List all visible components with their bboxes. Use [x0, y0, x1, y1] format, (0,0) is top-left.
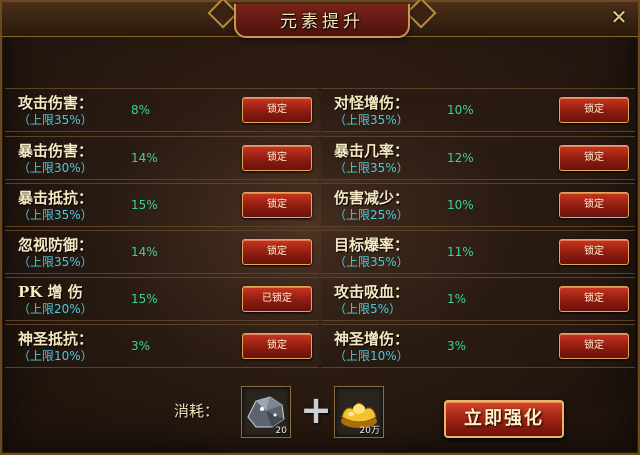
lock-button[interactable]: 锁定	[559, 239, 629, 265]
stat-row-ignore-defense: 忽视防御： （上限35%） 14% 锁定	[5, 230, 319, 274]
stat-name: 对怪增伤：	[334, 94, 410, 112]
title-ornament-right-icon	[405, 0, 437, 29]
lock-button[interactable]: 锁定	[242, 97, 312, 123]
stat-name: 伤害减少：	[334, 189, 410, 207]
stat-limit: （上限35%）	[334, 161, 409, 175]
stat-row-monster-damage: 对怪增伤： （上限35%） 10% 锁定	[321, 88, 635, 132]
stat-limit: （上限35%）	[18, 255, 93, 269]
stat-value: 14%	[131, 151, 158, 165]
stat-value: 14%	[131, 245, 158, 259]
stat-name: 目标爆率：	[334, 236, 410, 254]
cost-label: 消耗：	[174, 402, 220, 420]
window-title: 元素提升	[280, 12, 364, 32]
stat-name: PK 增 伤	[18, 283, 83, 301]
stat-limit: （上限35%）	[334, 113, 409, 127]
stat-limit: （上限5%）	[334, 302, 402, 316]
stat-value: 15%	[131, 292, 158, 306]
title-bar[interactable]: 元素提升 ✕	[2, 0, 638, 38]
material-slot-gold[interactable]: 20万	[334, 386, 384, 438]
stat-value: 10%	[447, 198, 474, 212]
stat-value: 1%	[447, 292, 467, 306]
lock-button[interactable]: 锁定	[559, 145, 629, 171]
stat-row-pk-damage: PK 增 伤 （上限20%） 15% 已锁定	[5, 277, 319, 321]
lock-button[interactable]: 锁定	[242, 333, 312, 359]
lock-button[interactable]: 锁定	[242, 239, 312, 265]
locked-button[interactable]: 已锁定	[242, 286, 312, 312]
stat-row-crit-rate: 暴击几率： （上限35%） 12% 锁定	[321, 136, 635, 180]
stat-limit: （上限35%）	[18, 113, 93, 127]
stat-value: 8%	[131, 103, 151, 117]
stat-row-holy-resist: 神圣抵抗： （上限10%） 3% 锁定	[5, 324, 319, 368]
item-quantity: 20	[275, 426, 287, 436]
stat-value: 3%	[131, 339, 151, 353]
stat-row-life-steal: 攻击吸血： （上限5%） 1% 锁定	[321, 277, 635, 321]
stat-name: 神圣抵抗：	[18, 330, 94, 348]
lock-button[interactable]: 锁定	[559, 97, 629, 123]
stat-name: 暴击伤害：	[18, 142, 94, 160]
lock-button[interactable]: 锁定	[242, 145, 312, 171]
stat-value: 11%	[447, 245, 474, 259]
stat-row-crit-resist: 暴击抵抗： （上限35%） 15% 锁定	[5, 183, 319, 227]
stat-limit: （上限10%）	[334, 349, 409, 363]
item-quantity: 20万	[359, 426, 380, 436]
lock-button[interactable]: 锁定	[559, 333, 629, 359]
stat-name: 神圣增伤：	[334, 330, 410, 348]
stat-row-crit-damage: 暴击伤害： （上限30%） 14% 锁定	[5, 136, 319, 180]
material-slot-ore[interactable]: 20	[241, 386, 291, 438]
stat-row-drop-rate: 目标爆率： （上限35%） 11% 锁定	[321, 230, 635, 274]
stat-value: 10%	[447, 103, 474, 117]
lock-button[interactable]: 锁定	[559, 286, 629, 312]
stat-limit: （上限25%）	[334, 208, 409, 222]
stat-name: 忽视防御：	[18, 236, 94, 254]
stat-name: 暴击抵抗：	[18, 189, 94, 207]
plus-icon: +	[300, 388, 332, 432]
title-plate: 元素提升	[234, 4, 410, 38]
stat-limit: （上限20%）	[18, 302, 93, 316]
close-icon[interactable]: ✕	[605, 4, 633, 30]
stat-name: 攻击吸血：	[334, 283, 410, 301]
stat-limit: （上限30%）	[18, 161, 93, 175]
stat-row-attack-damage: 攻击伤害： （上限35%） 8% 锁定	[5, 88, 319, 132]
enhance-now-button[interactable]: 立即强化	[444, 400, 564, 438]
stat-row-damage-reduction: 伤害减少： （上限25%） 10% 锁定	[321, 183, 635, 227]
stat-limit: （上限10%）	[18, 349, 93, 363]
element-upgrade-window: 元素提升 ✕ 攻击伤害： （上限35%） 8% 锁定 暴击伤害： （上限30%）…	[0, 0, 640, 455]
stat-value: 15%	[131, 198, 158, 212]
lock-button[interactable]: 锁定	[242, 192, 312, 218]
stat-row-holy-damage: 神圣增伤： （上限10%） 3% 锁定	[321, 324, 635, 368]
lock-button[interactable]: 锁定	[559, 192, 629, 218]
stat-name: 攻击伤害：	[18, 94, 94, 112]
stat-limit: （上限35%）	[18, 208, 93, 222]
stat-value: 12%	[447, 151, 474, 165]
stat-name: 暴击几率：	[334, 142, 410, 160]
stat-limit: （上限35%）	[334, 255, 409, 269]
stat-value: 3%	[447, 339, 467, 353]
